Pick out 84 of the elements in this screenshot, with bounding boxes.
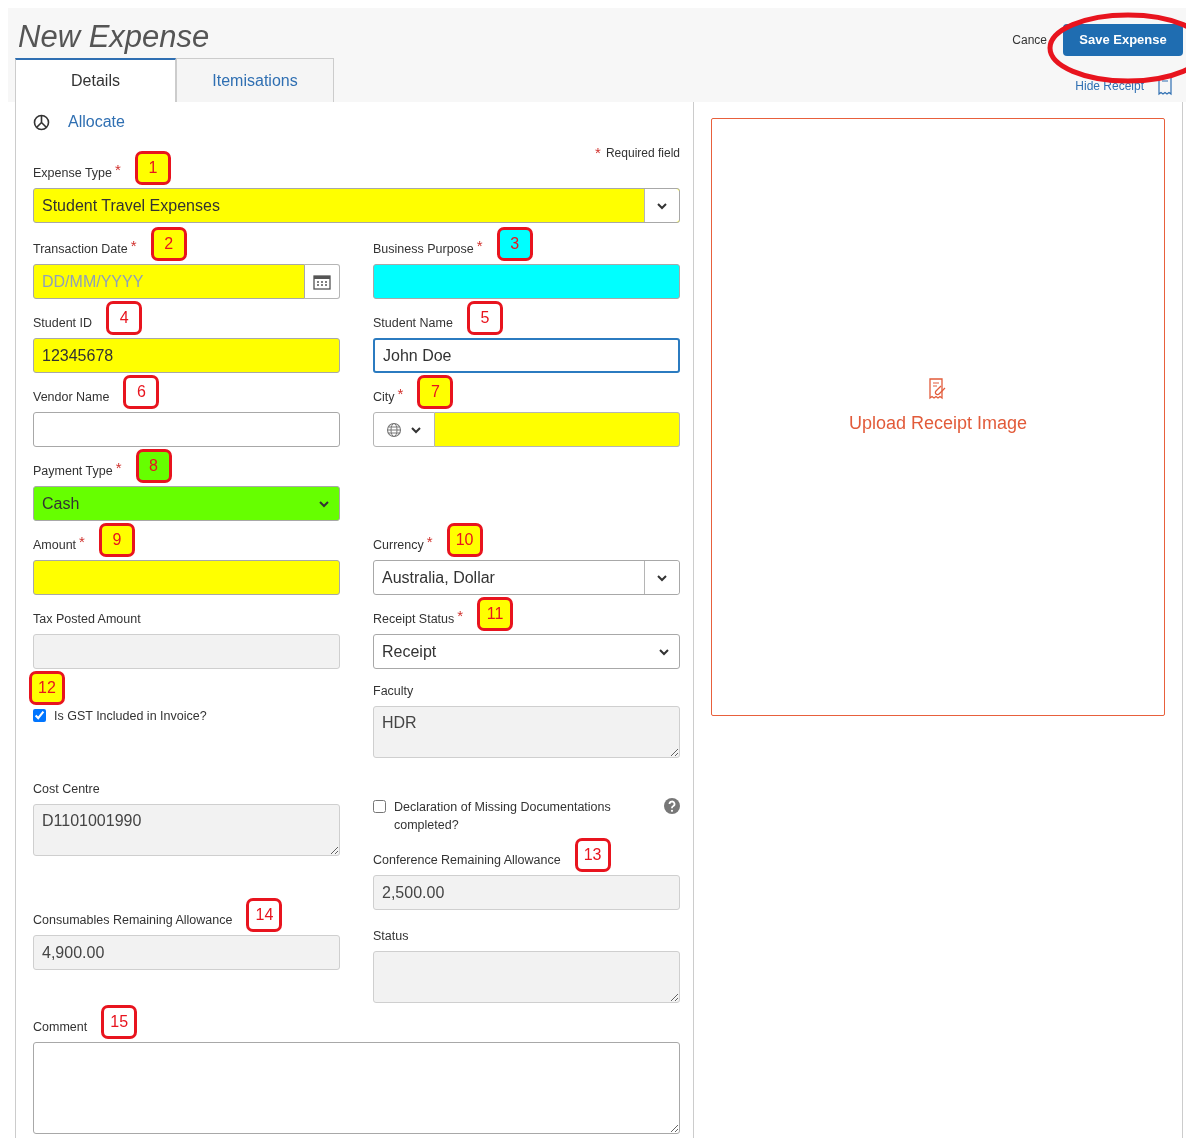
chevron-icon	[656, 572, 668, 583]
globe-icon	[386, 421, 402, 438]
chevron-icon	[656, 200, 668, 211]
annotation-badge: 12	[29, 671, 65, 705]
checkbox-label: Declaration of Missing Documentations completed?	[394, 799, 612, 834]
text-area: D1101001990	[33, 804, 340, 856]
annotation-badge: 10	[446, 523, 483, 557]
receipt-icon	[928, 377, 948, 400]
help-icon[interactable]	[664, 798, 680, 814]
page-title: New Expense	[18, 21, 210, 52]
annotation-badge: 2	[150, 227, 187, 261]
tab[interactable]: Itemisations	[176, 58, 334, 102]
required-asterisk: *	[130, 238, 137, 253]
pie-chart-icon	[33, 113, 50, 131]
chevron-icon	[410, 424, 422, 435]
receipt-icon[interactable]	[1158, 76, 1172, 96]
field-label: Business Purpose	[373, 241, 474, 259]
text-field[interactable]	[435, 412, 680, 447]
chevron-icon	[658, 646, 670, 657]
field-label: Comment	[33, 1019, 88, 1037]
required-asterisk: *	[457, 608, 464, 623]
text-area: HDR	[373, 706, 680, 758]
location-button[interactable]	[373, 412, 435, 447]
text-field[interactable]: John Doe	[373, 338, 680, 373]
date-field[interactable]: DD/MM/YYYY	[33, 264, 305, 299]
annotation-badge: 1	[134, 151, 171, 185]
field-label: Payment Type	[33, 463, 113, 481]
calendar-button[interactable]	[305, 264, 340, 299]
field-label: Consumables Remaining Allowance	[33, 912, 233, 930]
receipt-drop-zone[interactable]: Upload Receipt Image	[711, 118, 1165, 716]
field-label: Faculty	[373, 683, 414, 701]
tab[interactable]: Details	[15, 58, 176, 102]
field-label: City	[373, 389, 395, 407]
annotation-badge: 6	[123, 375, 160, 409]
required-field-note: Required field	[605, 144, 680, 162]
text-field[interactable]: 12345678	[33, 338, 340, 373]
field-label: Vendor Name	[33, 389, 110, 407]
field-label: Conference Remaining Allowance	[373, 852, 561, 870]
dropdown[interactable]: Australia, Dollar	[373, 560, 680, 595]
annotation-badge: 7	[417, 375, 454, 409]
annotation-badge: 14	[246, 898, 283, 932]
annotation-badge: 8	[135, 449, 172, 483]
annotation-badge: 5	[466, 301, 503, 335]
annotation-badge: 13	[574, 838, 611, 872]
required-asterisk: *	[115, 162, 121, 177]
annotation-badge: 15	[101, 1005, 138, 1039]
field-label: Tax Posted Amount	[33, 611, 141, 629]
field-label: Expense Type	[33, 165, 112, 183]
dropdown[interactable]: Student Travel Expenses	[33, 188, 680, 223]
required-asterisk: *	[426, 534, 433, 549]
required-asterisk: *	[476, 238, 483, 253]
annotation-badge: 11	[477, 597, 514, 631]
annotation-badge: 3	[496, 227, 533, 261]
field-label: Transaction Date	[33, 241, 128, 259]
field-label: Amount	[33, 537, 77, 555]
dropdown[interactable]: Receipt	[373, 634, 680, 669]
field-label: Currency	[373, 537, 424, 555]
allocate-link[interactable]: Allocate	[68, 110, 125, 134]
required-asterisk: *	[595, 145, 601, 160]
checkbox-label: Is GST Included in Invoice?	[54, 708, 208, 725]
dropdown[interactable]: Cash	[33, 486, 340, 521]
chevron-icon	[318, 498, 330, 509]
required-asterisk: *	[79, 534, 85, 549]
field-label: Cost Centre	[33, 781, 100, 799]
text-field[interactable]	[33, 560, 340, 595]
calendar-icon	[313, 273, 331, 290]
annotation-badge: 4	[106, 301, 143, 335]
save-expense-button[interactable]: Save Expense	[1063, 24, 1183, 56]
required-asterisk: *	[397, 386, 404, 401]
text-field: 4,900.00	[33, 935, 340, 970]
text-area[interactable]	[33, 1042, 680, 1134]
text-field[interactable]	[33, 412, 340, 447]
required-asterisk: *	[115, 460, 122, 475]
checkbox[interactable]	[373, 800, 386, 813]
field-label: Receipt Status	[373, 611, 455, 629]
checkbox[interactable]	[33, 709, 46, 722]
text-field[interactable]	[373, 264, 680, 299]
field-label: Status	[373, 928, 409, 946]
cancel-link[interactable]: Cance	[1012, 31, 1047, 49]
upload-receipt-link[interactable]: Upload Receipt Image	[848, 409, 1028, 437]
annotation-badge: 9	[98, 523, 135, 557]
text-field: 2,500.00	[373, 875, 680, 910]
field-label: Student Name	[373, 315, 453, 333]
field-label: Student ID	[33, 315, 93, 333]
